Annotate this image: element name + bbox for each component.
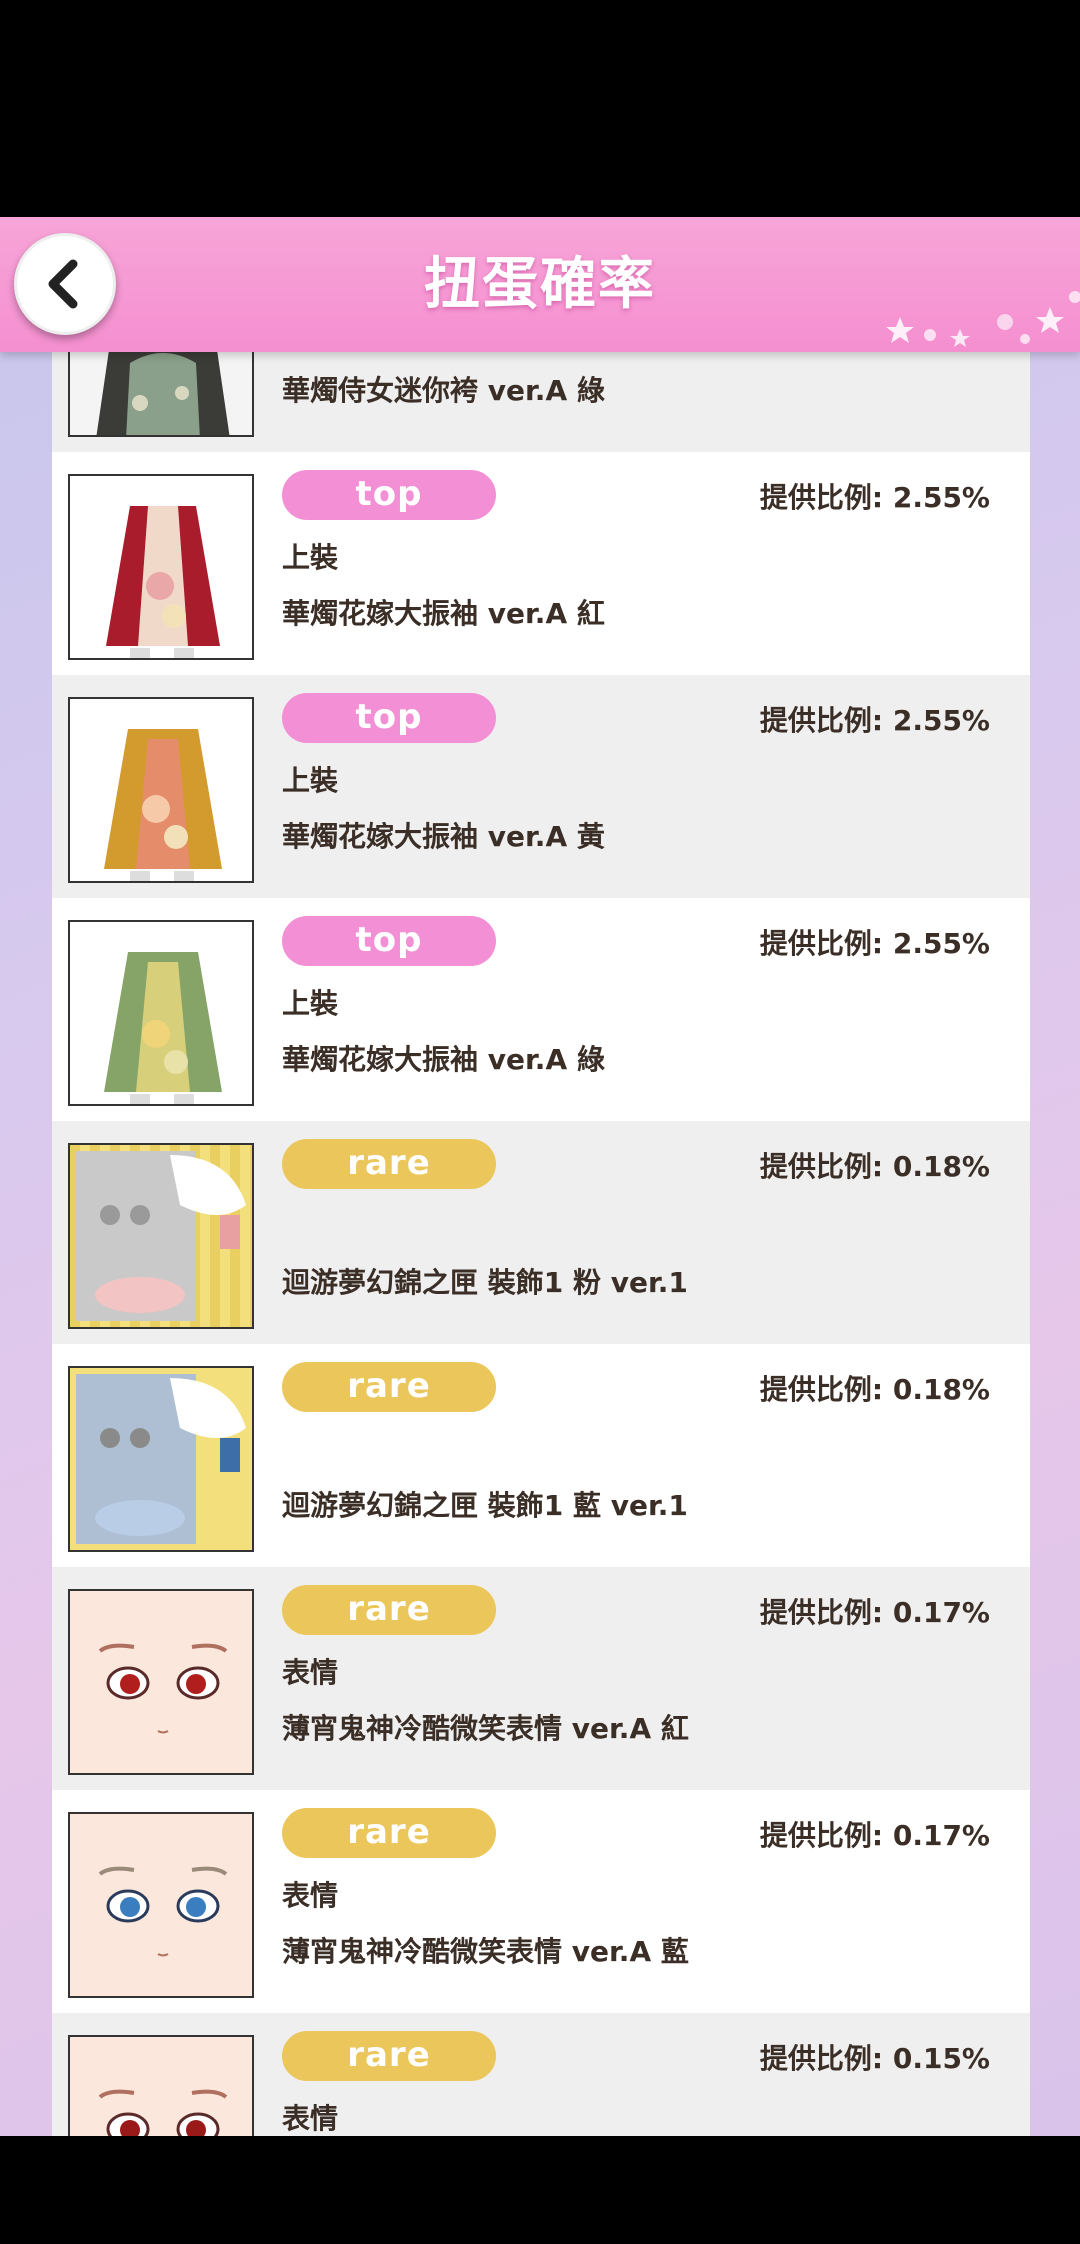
item-thumbnail	[68, 1366, 254, 1552]
drop-rate: 提供比例: 0.17%	[759, 1819, 990, 1852]
rarity-badge: rare	[282, 1362, 496, 1412]
list-item: rare 提供比例: 0.17% 表情 薄宵鬼神冷酷微笑表情 ver.A 藍	[52, 1790, 1030, 2013]
item-thumbnail	[68, 1143, 254, 1329]
item-name: 薄宵鬼神冷酷微笑表情 ver.A 藍	[282, 1935, 689, 1968]
header-bar: 扭蛋確率	[0, 217, 1080, 352]
rarity-badge: rare	[282, 1585, 496, 1635]
rarity-badge: top	[282, 693, 496, 743]
item-category: 上裝	[282, 764, 339, 797]
item-name: 華燭花嫁大振袖 ver.A 綠	[282, 1043, 605, 1076]
drop-rate: 提供比例: 0.18%	[759, 1373, 990, 1406]
back-button[interactable]	[14, 233, 116, 335]
drop-rate: 提供比例: 0.18%	[759, 1150, 990, 1183]
chevron-left-icon	[48, 259, 78, 309]
list-item: rare 提供比例: 0.17% 表情 薄宵鬼神冷酷微笑表情 ver.A 紅	[52, 1567, 1030, 1790]
list-item: top 提供比例: 2.55% 上裝 華燭花嫁大振袖 ver.A 紅	[52, 452, 1030, 675]
item-thumbnail	[68, 2035, 254, 2136]
sparkle-decoration-icon	[886, 291, 1080, 347]
item-category: 表情	[282, 1879, 339, 1912]
item-category: 上裝	[282, 987, 339, 1020]
rarity-badge: rare	[282, 1808, 496, 1858]
list-item: rare 提供比例: 0.18% 迴游夢幻錦之匣 裝飾1 藍 ver.1	[52, 1344, 1030, 1567]
item-thumbnail	[68, 1812, 254, 1998]
item-name: 華燭侍女迷你袴 ver.A 綠	[282, 374, 605, 407]
list-item: top 提供比例: 2.55% 上裝 華燭花嫁大振袖 ver.A 綠	[52, 898, 1030, 1121]
rarity-badge: top	[282, 916, 496, 966]
item-name: 華燭花嫁大振袖 ver.A 紅	[282, 597, 605, 630]
item-name: 迴游夢幻錦之匣 裝飾1 粉 ver.1	[282, 1266, 688, 1299]
navigation-bar	[0, 2136, 1080, 2244]
item-name: 迴游夢幻錦之匣 裝飾1 藍 ver.1	[282, 1489, 688, 1522]
list-item: top 提供比例: 2.55% 上裝 華燭花嫁大振袖 ver.A 黃	[52, 675, 1030, 898]
rarity-badge: rare	[282, 1139, 496, 1189]
item-thumbnail	[68, 474, 254, 660]
list-item: rare 提供比例: 0.18% 迴游夢幻錦之匣 裝飾1 粉 ver.1	[52, 1121, 1030, 1344]
rarity-badge: rare	[282, 2031, 496, 2081]
drop-rate: 提供比例: 2.55%	[759, 927, 990, 960]
status-bar	[0, 0, 1080, 217]
drop-rate: 提供比例: 2.55%	[759, 704, 990, 737]
item-thumbnail	[68, 1589, 254, 1775]
drop-rate: 提供比例: 2.55%	[759, 481, 990, 514]
item-category: 表情	[282, 2102, 339, 2135]
item-name: 華燭花嫁大振袖 ver.A 黃	[282, 820, 605, 853]
item-thumbnail	[68, 920, 254, 1106]
list-item: rare 提供比例: 0.15% 表情	[52, 2013, 1030, 2136]
item-thumbnail	[68, 697, 254, 883]
drop-rate: 提供比例: 0.17%	[759, 1596, 990, 1629]
item-category: 表情	[282, 1656, 339, 1689]
gacha-rate-list[interactable]: 華燭侍女迷你袴 ver.A 綠 top 提供比例: 2.55% 上裝 華燭花嫁大…	[52, 330, 1030, 2136]
item-name: 薄宵鬼神冷酷微笑表情 ver.A 紅	[282, 1712, 689, 1745]
rarity-badge: top	[282, 470, 496, 520]
drop-rate: 提供比例: 0.15%	[759, 2042, 990, 2075]
item-category: 上裝	[282, 541, 339, 574]
